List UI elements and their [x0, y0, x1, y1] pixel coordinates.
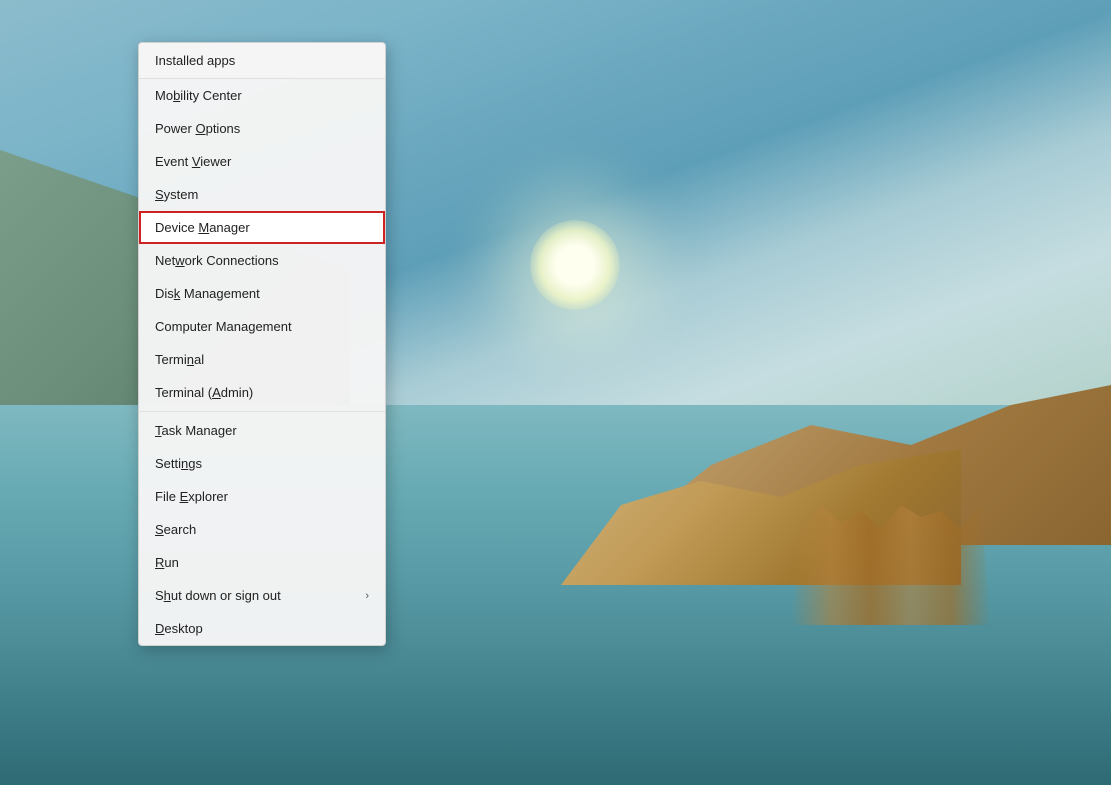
menu-item-file-explorer[interactable]: File Explorer — [139, 480, 385, 513]
menu-item-computer-management[interactable]: Computer Management — [139, 310, 385, 343]
menu-item-event-viewer[interactable]: Event Viewer — [139, 145, 385, 178]
menu-item-run[interactable]: Run — [139, 546, 385, 579]
menu-item-system[interactable]: System — [139, 178, 385, 211]
menu-item-desktop[interactable]: Desktop — [139, 612, 385, 645]
menu-item-mobility-center[interactable]: Mobility Center — [139, 79, 385, 112]
menu-item-power-options[interactable]: Power Options — [139, 112, 385, 145]
menu-header: Installed apps — [139, 43, 385, 79]
sun — [530, 220, 620, 310]
menu-item-disk-management[interactable]: Disk Management — [139, 277, 385, 310]
menu-item-device-manager[interactable]: Device Manager — [139, 211, 385, 244]
menu-item-search[interactable]: Search — [139, 513, 385, 546]
menu-item-task-manager[interactable]: Task Manager — [139, 414, 385, 447]
chevron-right-icon: › — [365, 590, 369, 602]
menu-item-settings[interactable]: Settings — [139, 447, 385, 480]
menu-item-terminal-admin[interactable]: Terminal (Admin) — [139, 376, 385, 409]
menu-item-shut-down[interactable]: Shut down or sign out › — [139, 579, 385, 612]
menu-item-terminal[interactable]: Terminal — [139, 343, 385, 376]
menu-item-network-connections[interactable]: Network Connections — [139, 244, 385, 277]
menu-divider-1 — [139, 411, 385, 412]
context-menu: Installed apps Mobility Center Power Opt… — [138, 42, 386, 646]
